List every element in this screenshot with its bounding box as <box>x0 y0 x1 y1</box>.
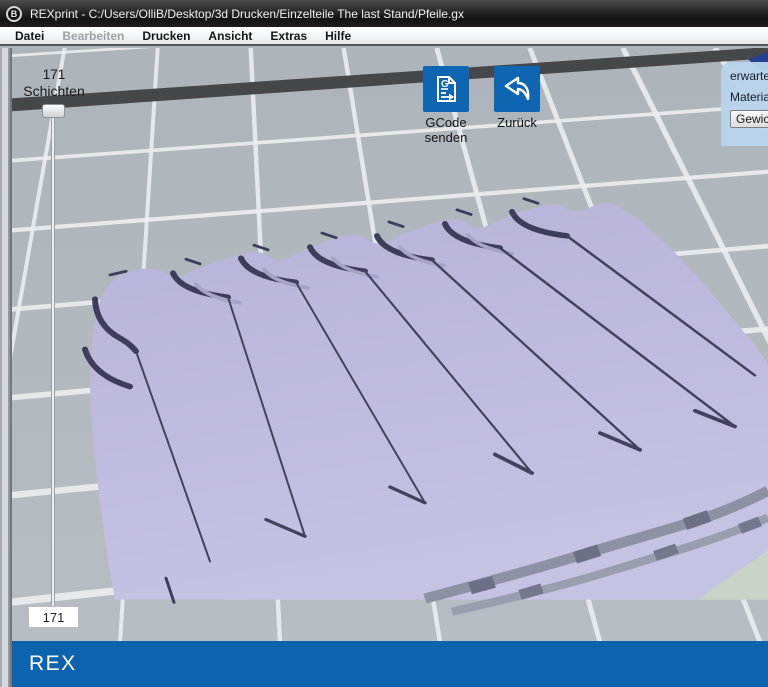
layer-count-value: 171 <box>30 67 78 82</box>
menu-drucken[interactable]: Drucken <box>133 29 199 43</box>
layer-slider-readout: 171 <box>28 606 79 628</box>
viewport-3d[interactable]: G GCode senden Zurück 171 Schichten 171 … <box>0 48 768 687</box>
gcode-send-label: GCode senden <box>418 116 474 145</box>
undo-arrow-icon <box>500 72 534 106</box>
window-title: REXprint - C:/Users/OlliB/Desktop/3d Dru… <box>30 7 464 21</box>
model-canvas[interactable] <box>0 48 768 687</box>
menu-hilfe[interactable]: Hilfe <box>316 29 360 43</box>
panel-material-label: Materia <box>730 90 768 104</box>
back-button[interactable] <box>494 66 540 112</box>
menu-extras[interactable]: Extras <box>261 29 316 43</box>
print-info-panel: erwarte Materia Gewich <box>721 62 768 146</box>
menu-bearbeiten: Bearbeiten <box>53 29 133 43</box>
menu-bar: Datei Bearbeiten Drucken Ansicht Extras … <box>0 27 768 46</box>
back-tool: Zurück <box>481 66 553 131</box>
gcode-document-icon: G <box>430 73 462 105</box>
layer-slider-track[interactable] <box>51 116 55 607</box>
layer-slider-handle[interactable] <box>42 104 65 118</box>
back-label: Zurück <box>481 116 553 131</box>
rexprint-logo-icon: B <box>6 6 22 22</box>
weight-button[interactable]: Gewich <box>730 110 768 128</box>
gcode-send-tool: G GCode senden <box>410 66 482 145</box>
menu-ansicht[interactable]: Ansicht <box>199 29 261 43</box>
menu-datei[interactable]: Datei <box>6 29 53 43</box>
model-pfeile <box>85 199 768 612</box>
panel-expected-label: erwarte <box>730 69 768 83</box>
title-bar: B REXprint - C:/Users/OlliB/Desktop/3d D… <box>0 0 768 27</box>
layer-count-unit: Schichten <box>6 83 102 99</box>
brand-logo-text: REX <box>29 652 77 676</box>
gcode-send-button[interactable]: G <box>423 66 469 112</box>
window-left-border <box>0 48 12 687</box>
brand-bar: REX <box>12 641 768 687</box>
